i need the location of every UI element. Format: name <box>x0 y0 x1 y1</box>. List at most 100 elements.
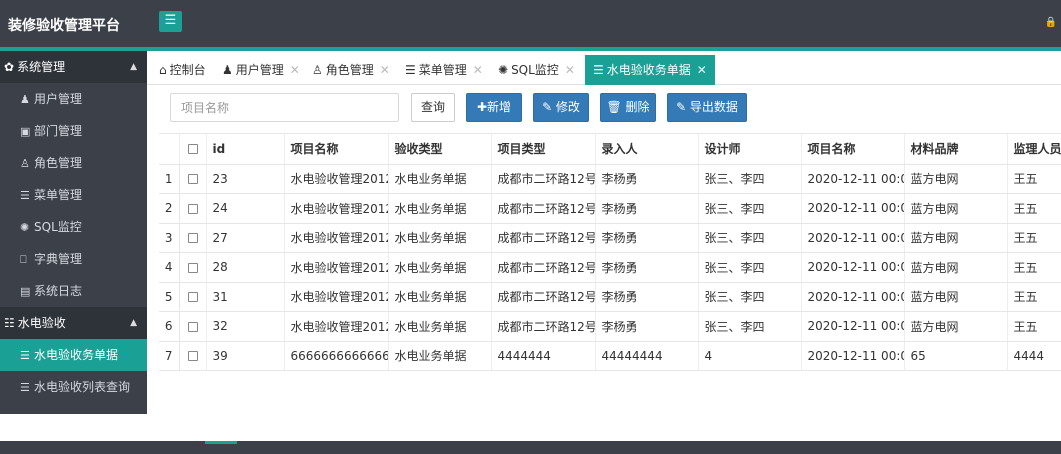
row-number: 6 <box>159 311 180 342</box>
table-row[interactable]: 2 24水电验收管理2012年水电业务单据成都市二环路12号李杨勇张三、李四202… <box>159 193 1061 224</box>
row-number: 7 <box>159 341 180 371</box>
lock-icon[interactable]: 🔒 <box>1045 17 1057 28</box>
menu-toggle-button[interactable]: ☰ <box>159 11 182 32</box>
table-cell: 张三、李四 <box>698 223 802 253</box>
app-title: 装修验收管理平台 <box>8 18 120 34</box>
tab-console[interactable]: ⌂ 控制台 <box>159 55 206 85</box>
table-cell: 李杨勇 <box>595 252 699 283</box>
table-icon: ☷ <box>4 316 15 330</box>
close-icon[interactable]: ✕ <box>290 63 300 77</box>
tab-user-management[interactable]: ♟ 用户管理 ✕ <box>222 55 300 85</box>
edit-button[interactable]: ✎ 修改 <box>533 93 589 122</box>
row-checkbox[interactable] <box>179 341 207 371</box>
sidebar-item-roles[interactable]: ♙ 角色管理 <box>0 147 147 179</box>
table-cell: 31 <box>206 282 285 312</box>
column-header[interactable]: 监理人员 <box>1007 134 1061 165</box>
table-cell: 成都市二环路12号 <box>491 223 596 253</box>
table-cell: 李杨勇 <box>595 223 699 253</box>
sidebar-item-label: 字典管理 <box>34 252 83 266</box>
table-cell: 水电业务单据 <box>388 341 492 371</box>
table-cell: 水电业务单据 <box>388 223 492 253</box>
column-header[interactable]: 项目名称 <box>284 134 389 165</box>
column-header[interactable]: 项目类型 <box>491 134 596 165</box>
table-row[interactable]: 6 32水电验收管理2012年水电业务单据成都市二环路12号李杨勇张三、李四202… <box>159 311 1061 342</box>
sidebar-item-menus[interactable]: ☰ 菜单管理 <box>0 179 147 211</box>
column-header[interactable]: 录入人 <box>595 134 699 165</box>
table-row[interactable]: 4 28水电验收管理2012年水电业务单据成都市二环路12号李杨勇张三、李四202… <box>159 252 1061 283</box>
table-cell: 水电业务单据 <box>388 311 492 342</box>
sidebar-item-label: 用户管理 <box>34 92 83 106</box>
table-cell: 水电验收管理2012年 <box>284 282 389 312</box>
sidebar-item-label: 水电验收列表查询 <box>34 380 131 394</box>
row-checkbox[interactable] <box>179 282 207 312</box>
sidebar-item-users[interactable]: ♟ 用户管理 <box>0 83 147 115</box>
department-icon: ▣ <box>20 125 31 138</box>
row-checkbox[interactable] <box>179 193 207 224</box>
table-cell: 蓝方电网 <box>904 193 1008 224</box>
tab-sql-monitor[interactable]: ✺ SQL监控 ✕ <box>498 55 575 85</box>
column-header[interactable]: 材料品牌 <box>904 134 1008 165</box>
table-cell: 28 <box>206 252 285 283</box>
sidebar-item-label: 系统日志 <box>34 284 83 298</box>
row-checkbox[interactable] <box>179 252 207 283</box>
sidebar-item-departments[interactable]: ▣ 部门管理 <box>0 115 147 147</box>
sidebar-item-system-log[interactable]: ▤ 系统日志 <box>0 275 147 307</box>
query-button[interactable]: 查询 <box>411 93 455 122</box>
tab-acceptance-documents[interactable]: ☰ 水电验收务单据 ✕ <box>585 55 715 85</box>
tab-label: SQL监控 <box>511 63 559 77</box>
row-number: 4 <box>159 252 180 283</box>
close-icon[interactable]: ✕ <box>473 63 483 77</box>
table-cell: 王五 <box>1007 252 1061 283</box>
delete-button[interactable]: 🗑 删除 <box>600 93 656 122</box>
table-row[interactable]: 1 23水电验收管理2012年水电业务单据成都市二环路12号李杨勇张三、李四202… <box>159 164 1061 194</box>
sidebar: ✿ 系统管理 ▲ ♟ 用户管理 ▣ 部门管理 ♙ 角色管理 ☰ 菜单管理 ✺ SQL监控 ⎕… <box>0 51 147 414</box>
table-cell: 蓝方电网 <box>904 223 1008 253</box>
sidebar-item-sql-monitor[interactable]: ✺ SQL监控 <box>0 211 147 243</box>
table-cell: 2020-12-11 00:00:00 <box>801 282 905 312</box>
column-header[interactable]: 设计师 <box>698 134 802 165</box>
export-button[interactable]: ✎ 导出数据 <box>667 93 747 122</box>
sidebar-group-water-electric[interactable]: ☷ 水电验收 ▲ <box>0 307 147 339</box>
sidebar-item-acceptance-list-query[interactable]: ☰ 水电验收列表查询 <box>0 371 147 403</box>
table-cell: 2020-12-11 00:00:00 <box>801 193 905 224</box>
sidebar-group-system[interactable]: ✿ 系统管理 ▲ <box>0 51 147 83</box>
table-cell: 2020-12-11 00:00:00 <box>801 223 905 253</box>
home-icon: ⌂ <box>159 63 167 77</box>
column-header[interactable]: 项目名称 <box>801 134 905 165</box>
table-cell: 蓝方电网 <box>904 282 1008 312</box>
table-cell: 张三、李四 <box>698 252 802 283</box>
add-button[interactable]: ✚新增 <box>466 93 522 122</box>
column-header[interactable]: 验收类型 <box>388 134 492 165</box>
close-icon[interactable]: ✕ <box>565 63 575 77</box>
row-checkbox[interactable] <box>179 311 207 342</box>
row-checkbox[interactable] <box>179 164 207 194</box>
row-checkbox[interactable] <box>179 223 207 253</box>
sidebar-item-acceptance-documents[interactable]: ☰ 水电验收务单据 <box>0 339 147 371</box>
table-cell: 蓝方电网 <box>904 252 1008 283</box>
table-cell: 张三、李四 <box>698 193 802 224</box>
table-row[interactable]: 5 31水电验收管理2012年水电业务单据成都市二环路12号李杨勇张三、李四202… <box>159 282 1061 312</box>
table-header-row: id 项目名称 验收类型 项目类型 录入人 设计师 项目名称 材料品牌 监理人员 <box>159 134 1061 165</box>
table-cell: 成都市二环路12号 <box>491 311 596 342</box>
list-icon: ☰ <box>20 349 30 362</box>
column-header[interactable]: id <box>206 134 285 165</box>
tab-label: 角色管理 <box>325 63 374 77</box>
table-cell: 44444444 <box>595 341 699 371</box>
close-icon[interactable]: ✕ <box>380 63 390 77</box>
project-name-search-input[interactable] <box>170 93 399 122</box>
table-cell: 4 <box>698 341 802 371</box>
select-all-checkbox[interactable] <box>179 134 207 165</box>
tab-menu-management[interactable]: ☰ 菜单管理 ✕ <box>405 55 483 85</box>
data-table: id 项目名称 验收类型 项目类型 录入人 设计师 项目名称 材料品牌 监理人员… <box>159 133 1061 414</box>
tab-role-management[interactable]: ♙ 角色管理 ✕ <box>312 55 390 85</box>
tab-label: 用户管理 <box>235 63 284 77</box>
tab-label: 控制台 <box>169 63 206 77</box>
table-row[interactable]: 3 27水电验收管理2012年水电业务单据成都市二环路12号李杨勇张三、李四202… <box>159 223 1061 253</box>
sidebar-item-dictionary[interactable]: ⎕ 字典管理 <box>0 243 147 275</box>
close-icon[interactable]: ✕ <box>697 63 707 77</box>
row-number: 2 <box>159 193 180 224</box>
table-cell: 水电验收管理2012年 <box>284 223 389 253</box>
sidebar-item-label: 菜单管理 <box>34 188 83 202</box>
list-icon: ☰ <box>593 63 604 77</box>
table-row[interactable]: 7396666666666666666水电业务单据444444444444444… <box>159 341 1061 371</box>
